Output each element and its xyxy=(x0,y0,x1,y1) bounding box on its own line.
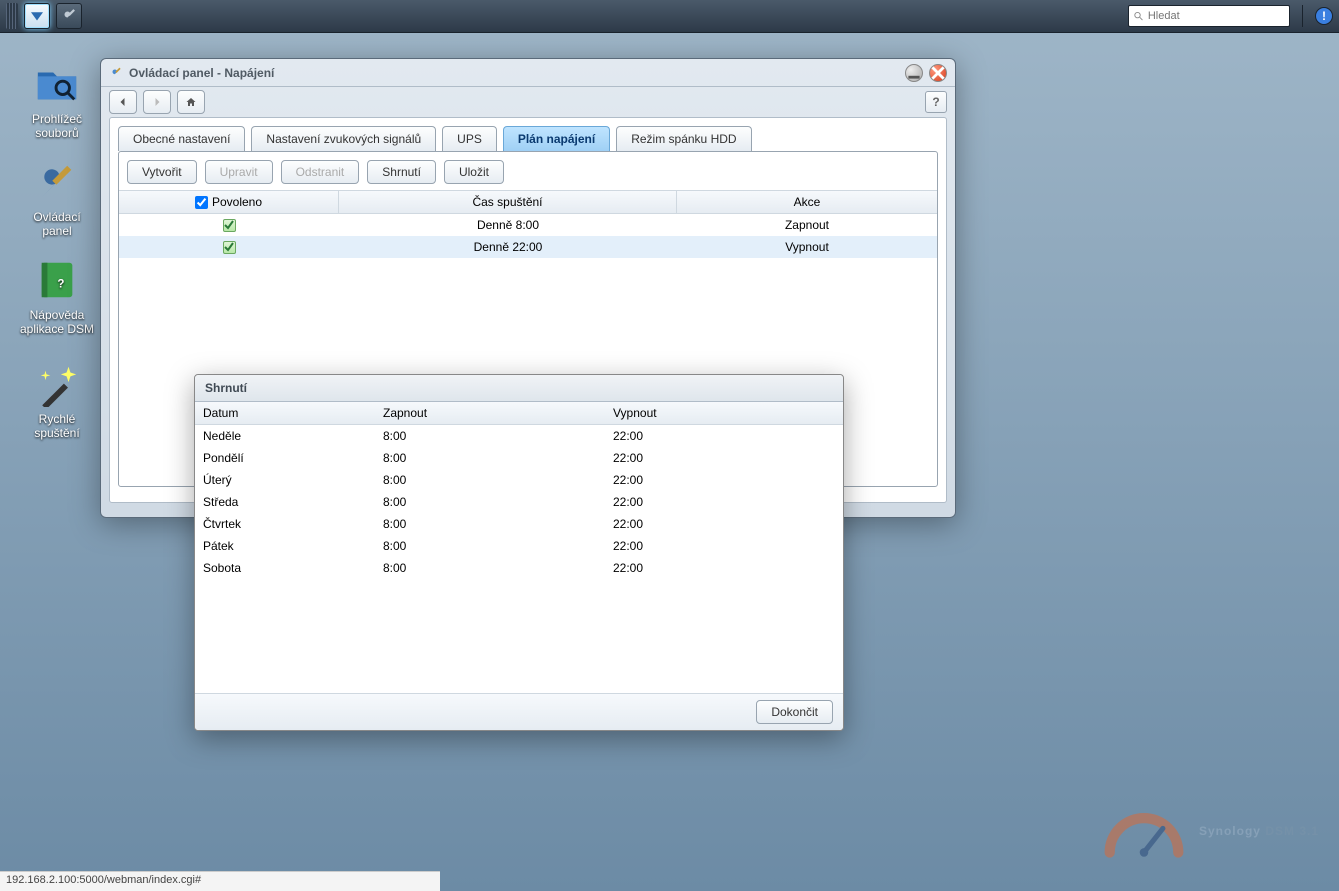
nav-home-button[interactable] xyxy=(177,90,205,114)
summary-row: Pondělí8:0022:00 xyxy=(195,447,843,469)
cell-on: 8:00 xyxy=(375,447,605,469)
tab-general[interactable]: Obecné nastavení xyxy=(118,126,245,151)
window-title: Ovládací panel - Napájení xyxy=(129,66,899,80)
dialog-footer: Dokončit xyxy=(195,693,843,730)
enabled-checkbox[interactable] xyxy=(223,241,236,254)
col-action[interactable]: Akce xyxy=(677,190,937,214)
show-desktop-button[interactable] xyxy=(24,3,50,29)
col-time[interactable]: Čas spuštění xyxy=(339,190,677,214)
cell-off: 22:00 xyxy=(605,447,843,469)
cell-off: 22:00 xyxy=(605,513,843,535)
cell-off: 22:00 xyxy=(605,535,843,557)
summary-button[interactable]: Shrnutí xyxy=(367,160,436,184)
cell-action: Vypnout xyxy=(677,240,937,254)
select-all-checkbox[interactable] xyxy=(195,196,208,209)
cell-off: 22:00 xyxy=(605,557,843,579)
window-minimize-button[interactable] xyxy=(905,64,923,82)
cell-day: Středa xyxy=(195,491,375,513)
window-titlebar[interactable]: Ovládací panel - Napájení xyxy=(101,59,955,87)
taskbar-tools-button[interactable] xyxy=(56,3,82,29)
tab-power-schedule[interactable]: Plán napájení xyxy=(503,126,610,151)
desktop-icon-label: Ovládací panel xyxy=(12,210,102,238)
taskbar-grip[interactable] xyxy=(6,3,18,29)
summary-row: Pátek8:0022:00 xyxy=(195,535,843,557)
svg-text:?: ? xyxy=(57,279,64,291)
summary-row: Neděle8:0022:00 xyxy=(195,425,843,447)
dialog-close-button[interactable]: Dokončit xyxy=(756,700,833,724)
wand-icon xyxy=(34,361,80,407)
desktop-icon-control-panel[interactable]: Ovládací panel xyxy=(12,158,102,238)
tab-hdd-hibernation[interactable]: Režim spánku HDD xyxy=(616,126,751,151)
search-input[interactable] xyxy=(1148,10,1285,22)
cell-on: 8:00 xyxy=(375,557,605,579)
tools-icon xyxy=(34,159,80,205)
summary-dialog: Shrnutí Datum Zapnout Vypnout Neděle8:00… xyxy=(194,374,844,731)
window-close-button[interactable] xyxy=(929,64,947,82)
cell-off: 22:00 xyxy=(605,469,843,491)
window-app-icon xyxy=(109,66,123,80)
table-row[interactable]: Denně 22:00Vypnout xyxy=(119,236,937,258)
edit-button[interactable]: Upravit xyxy=(205,160,273,184)
search-box[interactable] xyxy=(1128,5,1290,27)
help-book-icon: ? xyxy=(34,257,80,303)
cell-on: 8:00 xyxy=(375,535,605,557)
dialog-title[interactable]: Shrnutí xyxy=(195,375,843,402)
table-row[interactable]: Denně 8:00Zapnout xyxy=(119,214,937,236)
cell-day: Neděle xyxy=(195,425,375,447)
browser-statusbar: 192.168.2.100:5000/webman/index.cgi# xyxy=(0,871,440,891)
col-off: Vypnout xyxy=(605,402,843,424)
cell-day: Čtvrtek xyxy=(195,513,375,535)
cell-action: Zapnout xyxy=(677,218,937,232)
grid-header: Povoleno Čas spuštění Akce xyxy=(119,190,937,214)
separator xyxy=(1302,5,1303,27)
cell-on: 8:00 xyxy=(375,513,605,535)
desktop-icon-label: Nápověda aplikace DSM xyxy=(12,308,102,336)
dialog-body: Neděle8:0022:00Pondělí8:0022:00Úterý8:00… xyxy=(195,425,843,693)
toolbar: Vytvořit Upravit Odstranit Shrnutí Uloži… xyxy=(119,152,937,190)
cell-time: Denně 22:00 xyxy=(339,240,677,254)
cell-time: Denně 8:00 xyxy=(339,218,677,232)
notification-icon[interactable]: ! xyxy=(1315,7,1333,25)
watermark: Synology DSM 3.1 xyxy=(1099,801,1319,861)
taskbar: ! xyxy=(0,0,1339,33)
nav-forward-button[interactable] xyxy=(143,90,171,114)
search-icon xyxy=(1133,10,1144,22)
nav-back-button[interactable] xyxy=(109,90,137,114)
cell-on: 8:00 xyxy=(375,425,605,447)
help-button[interactable]: ? xyxy=(925,91,947,113)
cell-off: 22:00 xyxy=(605,425,843,447)
desktop-icon-label: Rychlé spuštění xyxy=(12,412,102,440)
window-nav-toolbar: ? xyxy=(101,87,955,117)
tab-strip: Obecné nastavení Nastavení zvukových sig… xyxy=(110,118,946,151)
folder-search-icon xyxy=(34,61,80,107)
desktop-icon-file-station[interactable]: Prohlížeč souborů xyxy=(12,60,102,140)
cell-day: Úterý xyxy=(195,469,375,491)
save-button[interactable]: Uložit xyxy=(444,160,504,184)
create-button[interactable]: Vytvořit xyxy=(127,160,197,184)
cell-off: 22:00 xyxy=(605,491,843,513)
cell-day: Pondělí xyxy=(195,447,375,469)
summary-row: Středa8:0022:00 xyxy=(195,491,843,513)
cell-day: Pátek xyxy=(195,535,375,557)
cell-on: 8:00 xyxy=(375,491,605,513)
dialog-header: Datum Zapnout Vypnout xyxy=(195,402,843,425)
delete-button[interactable]: Odstranit xyxy=(281,160,360,184)
col-date: Datum xyxy=(195,402,375,424)
col-on: Zapnout xyxy=(375,402,605,424)
gauge-icon xyxy=(1099,801,1189,861)
summary-row: Sobota8:0022:00 xyxy=(195,557,843,579)
desktop-icon-label: Prohlížeč souborů xyxy=(12,112,102,140)
summary-row: Čtvrtek8:0022:00 xyxy=(195,513,843,535)
cell-day: Sobota xyxy=(195,557,375,579)
tab-ups[interactable]: UPS xyxy=(442,126,497,151)
tab-beep[interactable]: Nastavení zvukových signálů xyxy=(251,126,436,151)
col-enabled[interactable]: Povoleno xyxy=(119,190,339,214)
enabled-checkbox[interactable] xyxy=(223,219,236,232)
desktop-icon-help[interactable]: ? Nápověda aplikace DSM xyxy=(12,256,102,336)
summary-row: Úterý8:0022:00 xyxy=(195,469,843,491)
cell-on: 8:00 xyxy=(375,469,605,491)
desktop-icon-quickstart[interactable]: Rychlé spuštění xyxy=(12,360,102,440)
